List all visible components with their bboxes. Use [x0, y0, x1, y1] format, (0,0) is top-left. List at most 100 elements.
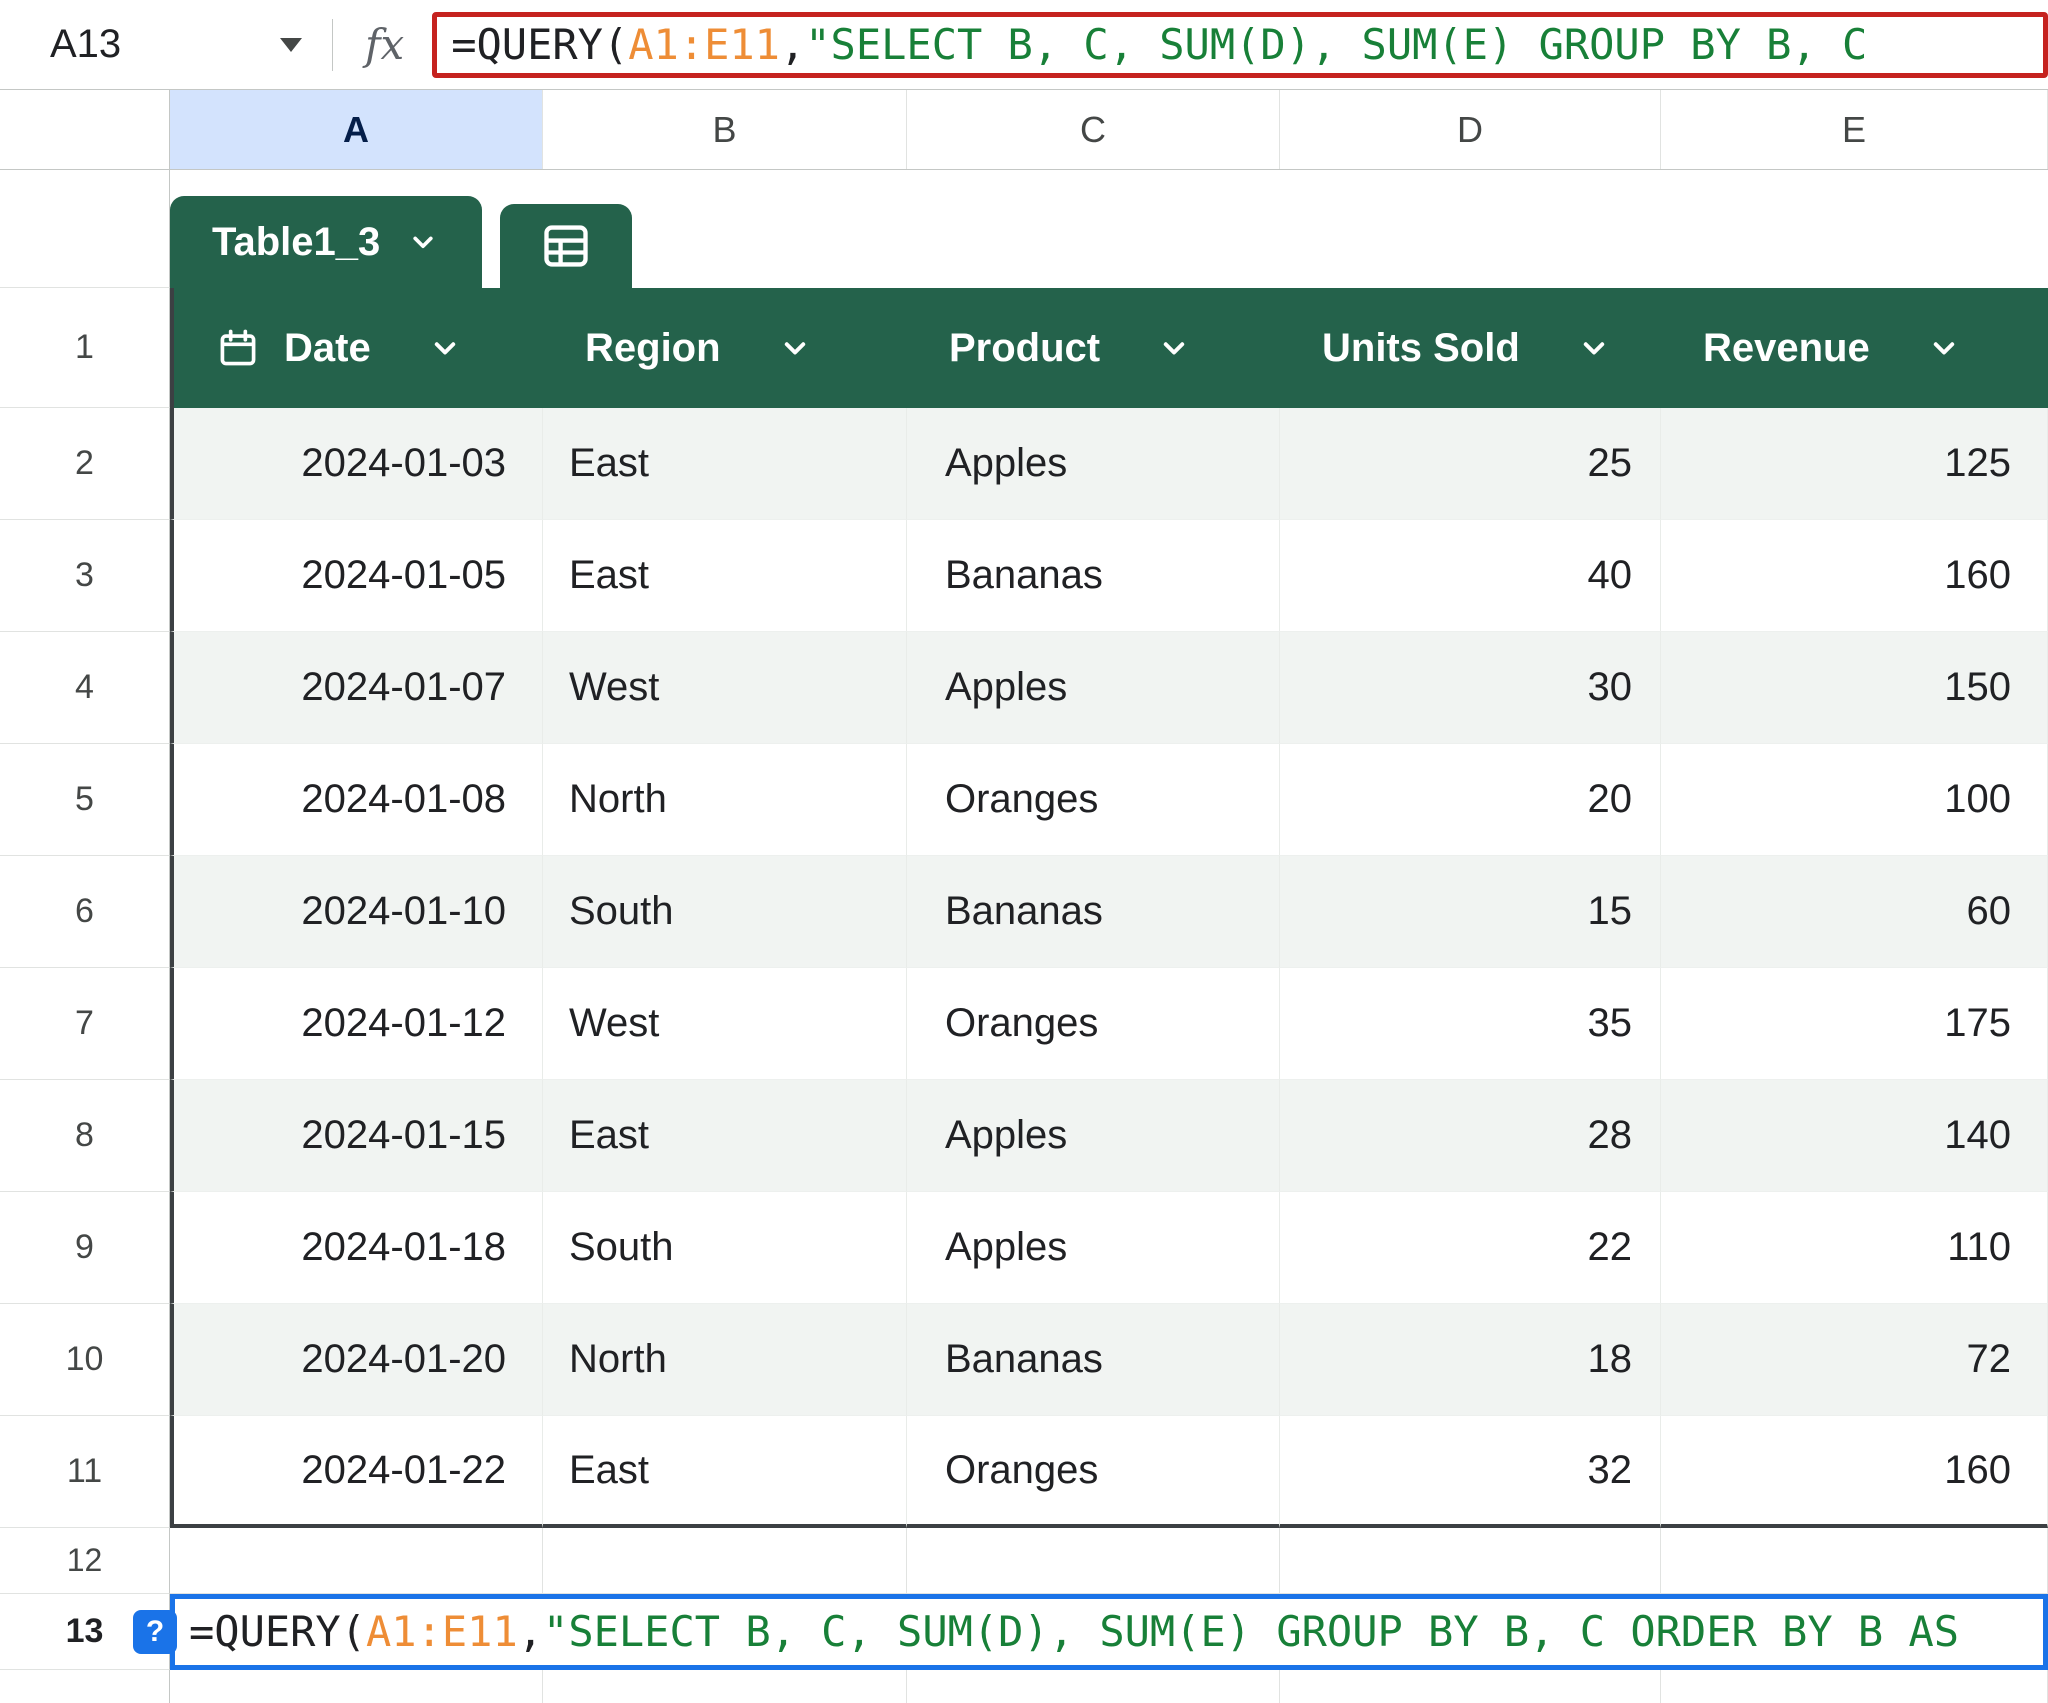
cell-revenue[interactable]: 160: [1661, 520, 2048, 632]
header-label: Date: [284, 325, 371, 370]
row-number[interactable]: 5: [0, 744, 170, 856]
cell-region[interactable]: East: [543, 1080, 907, 1192]
row-number[interactable]: 1: [0, 288, 170, 408]
row-number[interactable]: 13 ?: [0, 1594, 177, 1670]
cell-region[interactable]: East: [543, 1416, 907, 1528]
cell-units-sold[interactable]: 35: [1280, 968, 1661, 1080]
cell-revenue[interactable]: 160: [1661, 1416, 2048, 1528]
cell-product[interactable]: Oranges: [907, 744, 1280, 856]
row-number[interactable]: 8: [0, 1080, 170, 1192]
chevron-down-icon[interactable]: [1156, 330, 1192, 366]
cell-date[interactable]: 2024-01-22: [170, 1416, 543, 1528]
column-header-E[interactable]: E: [1661, 90, 2048, 169]
name-box[interactable]: A13: [0, 0, 332, 89]
cell-revenue[interactable]: 175: [1661, 968, 2048, 1080]
cell-revenue[interactable]: 125: [1661, 408, 2048, 520]
cell-product[interactable]: Apples: [907, 1080, 1280, 1192]
cell-date[interactable]: 2024-01-12: [170, 968, 543, 1080]
cell-revenue[interactable]: 110: [1661, 1192, 2048, 1304]
cell-units-sold[interactable]: 32: [1280, 1416, 1661, 1528]
row-number[interactable]: 6: [0, 856, 170, 968]
column-header-C[interactable]: C: [907, 90, 1280, 169]
empty-cell[interactable]: [1280, 1670, 1661, 1703]
cell-units-sold[interactable]: 20: [1280, 744, 1661, 856]
cell-product[interactable]: Apples: [907, 408, 1280, 520]
chevron-down-icon[interactable]: [427, 330, 463, 366]
row-number[interactable]: 11: [0, 1416, 170, 1528]
help-badge[interactable]: ?: [133, 1609, 177, 1654]
chevron-down-icon[interactable]: [406, 225, 440, 259]
row-number[interactable]: 7: [0, 968, 170, 1080]
row-number[interactable]: 2: [0, 408, 170, 520]
cell-product[interactable]: Apples: [907, 632, 1280, 744]
table-header-region[interactable]: Region: [543, 288, 907, 408]
cell-product[interactable]: Apples: [907, 1192, 1280, 1304]
cell-date[interactable]: 2024-01-20: [170, 1304, 543, 1416]
cell-units-sold[interactable]: 15: [1280, 856, 1661, 968]
cell-date[interactable]: 2024-01-03: [170, 408, 543, 520]
column-header-D[interactable]: D: [1280, 90, 1661, 169]
row-number[interactable]: 10: [0, 1304, 170, 1416]
cell-date[interactable]: 2024-01-05: [170, 520, 543, 632]
table-header-revenue[interactable]: Revenue: [1661, 288, 2048, 408]
empty-cell[interactable]: [543, 1528, 907, 1594]
cell-region[interactable]: East: [543, 408, 907, 520]
chevron-down-icon[interactable]: [777, 330, 813, 366]
name-box-value: A13: [50, 22, 122, 66]
cell-date[interactable]: 2024-01-18: [170, 1192, 543, 1304]
empty-cell[interactable]: [907, 1528, 1280, 1594]
table-header-date[interactable]: Date: [170, 288, 543, 408]
cell-region[interactable]: West: [543, 632, 907, 744]
cell-region[interactable]: North: [543, 1304, 907, 1416]
select-all-corner[interactable]: [0, 90, 170, 169]
cell-revenue[interactable]: 100: [1661, 744, 2048, 856]
cell-editor[interactable]: =QUERY(A1:E11, "SELECT B, C, SUM(D), SUM…: [170, 1594, 2048, 1670]
table-header-units-sold[interactable]: Units Sold: [1280, 288, 1661, 408]
name-box-dropdown-icon[interactable]: [280, 37, 302, 52]
empty-cell[interactable]: [543, 1670, 907, 1703]
cell-revenue[interactable]: 60: [1661, 856, 2048, 968]
cell-product[interactable]: Oranges: [907, 1416, 1280, 1528]
empty-cell[interactable]: [907, 1670, 1280, 1703]
column-header-B[interactable]: B: [543, 90, 907, 169]
cell-units-sold[interactable]: 22: [1280, 1192, 1661, 1304]
table-grid-icon-button[interactable]: [500, 204, 633, 288]
cell-date[interactable]: 2024-01-08: [170, 744, 543, 856]
cell-date[interactable]: 2024-01-15: [170, 1080, 543, 1192]
cell-product[interactable]: Oranges: [907, 968, 1280, 1080]
cell-units-sold[interactable]: 30: [1280, 632, 1661, 744]
cell-region[interactable]: North: [543, 744, 907, 856]
cell-date[interactable]: 2024-01-07: [170, 632, 543, 744]
cell-product[interactable]: Bananas: [907, 1304, 1280, 1416]
cell-units-sold[interactable]: 18: [1280, 1304, 1661, 1416]
empty-cell[interactable]: [1280, 1528, 1661, 1594]
cell-region[interactable]: South: [543, 856, 907, 968]
row-number[interactable]: 9: [0, 1192, 170, 1304]
cell-region[interactable]: South: [543, 1192, 907, 1304]
cell-revenue[interactable]: 150: [1661, 632, 2048, 744]
table-name-chip[interactable]: Table1_3: [170, 196, 483, 288]
empty-cell[interactable]: [170, 1528, 543, 1594]
empty-cell[interactable]: [1661, 1670, 2048, 1703]
chevron-down-icon[interactable]: [1576, 330, 1612, 366]
cell-product[interactable]: Bananas: [907, 856, 1280, 968]
row-number[interactable]: 12: [0, 1528, 170, 1594]
cell-region[interactable]: East: [543, 520, 907, 632]
formula-input[interactable]: =QUERY(A1:E11, "SELECT B, C, SUM(D), SUM…: [432, 11, 2048, 78]
chevron-down-icon[interactable]: [1926, 330, 1962, 366]
cell-product[interactable]: Bananas: [907, 520, 1280, 632]
cell-units-sold[interactable]: 25: [1280, 408, 1661, 520]
table-header-product[interactable]: Product: [907, 288, 1280, 408]
empty-cell[interactable]: [170, 1670, 543, 1703]
cell-revenue[interactable]: 72: [1661, 1304, 2048, 1416]
cell-revenue[interactable]: 140: [1661, 1080, 2048, 1192]
cell-units-sold[interactable]: 28: [1280, 1080, 1661, 1192]
cell-date[interactable]: 2024-01-10: [170, 856, 543, 968]
cell-region[interactable]: West: [543, 968, 907, 1080]
row-number[interactable]: 4: [0, 632, 170, 744]
row-number[interactable]: 14: [0, 1670, 170, 1703]
empty-cell[interactable]: [1661, 1528, 2048, 1594]
cell-units-sold[interactable]: 40: [1280, 520, 1661, 632]
row-number[interactable]: 3: [0, 520, 170, 632]
column-header-A[interactable]: A: [170, 90, 543, 169]
